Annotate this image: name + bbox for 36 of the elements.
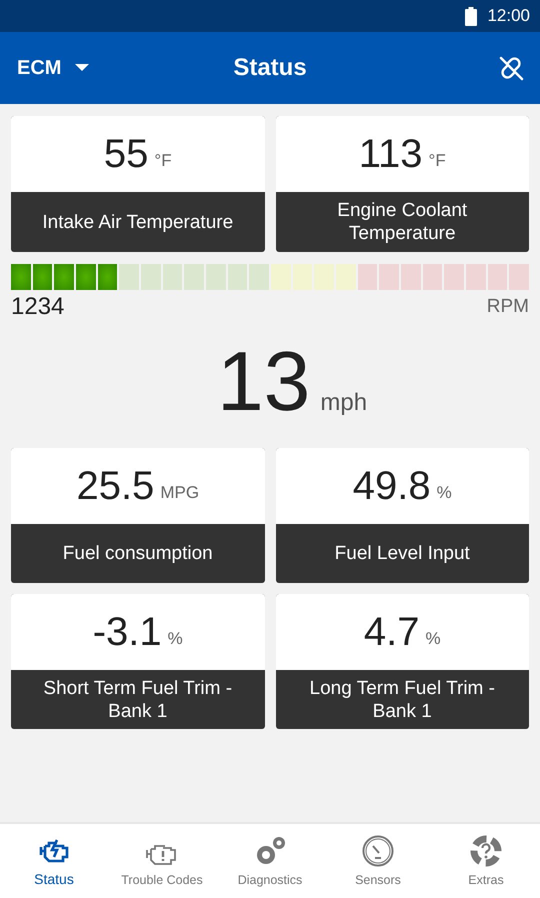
nav-tab[interactable]: Sensors [324, 824, 432, 898]
nav-tab[interactable]: Status [0, 824, 108, 898]
help-ring-icon [470, 835, 502, 867]
nav-tab[interactable]: Extras [432, 824, 540, 898]
sensor-label: Engine Coolant Temperature [336, 199, 468, 246]
rpm-reading: 1234 [11, 293, 64, 321]
sensor-value: 55 [104, 132, 148, 176]
screen-title: Status [233, 54, 307, 82]
clock: 12:00 [487, 6, 530, 26]
caret-icon [75, 64, 90, 72]
battery-icon [465, 6, 478, 26]
sensor-value: 113 [358, 132, 423, 176]
rpm-unit: RPM [486, 296, 529, 318]
sensor-value: 49.8 [352, 464, 431, 508]
sensor-value: -3.1 [92, 610, 162, 654]
engine-bolt-icon [37, 837, 71, 865]
sensor-value: 25.5 [76, 464, 154, 508]
sensor-label: Intake Air Temperature [41, 210, 234, 234]
sensor-label: Short Term Fuel Trim - Bank 1 [42, 676, 234, 724]
gauge-icon [362, 835, 394, 867]
sensor-unit: % [436, 483, 452, 503]
sensor-label: Long Term Fuel Trim - Bank 1 [308, 676, 496, 724]
sensor-unit: % [168, 629, 183, 649]
sensor-unit: MPG [160, 483, 200, 503]
sensor-value: 4.7 [364, 610, 420, 654]
nav-tab[interactable]: Diagnostics [216, 824, 324, 898]
sensor-label: Fuel Level Input [334, 542, 471, 566]
sensor-unit: °F [154, 151, 172, 171]
sensor-unit: °F [428, 151, 446, 171]
unlink-icon[interactable] [498, 55, 524, 81]
sensor-unit: % [425, 629, 441, 649]
speed-value: 13 [216, 333, 310, 430]
module-dropdown[interactable]: ECM [16, 56, 90, 80]
sensor-label: Fuel consumption [62, 542, 214, 566]
nav-tab[interactable]: Trouble Codes [108, 824, 216, 898]
speed-unit: mph [320, 389, 368, 417]
